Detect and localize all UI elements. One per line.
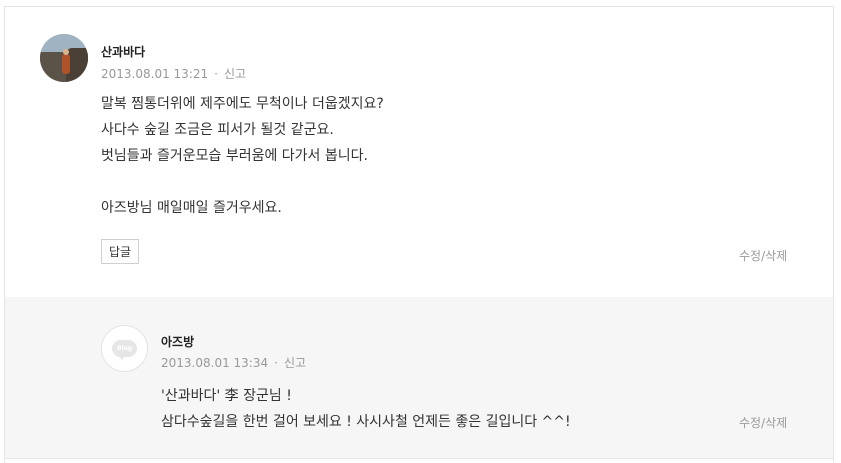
reply-date: 2013.08.01 13:34 <box>161 356 269 370</box>
comment-section: 산과바다 2013.08.01 13:21 · 신고 말복 찜통더위에 제주에도 무… <box>4 6 834 463</box>
report-link[interactable]: 신고 <box>284 356 306 370</box>
edit-delete-link[interactable]: 수정/삭제 <box>739 414 787 431</box>
reply-meta: 2013.08.01 13:34 · 신고 <box>161 354 306 371</box>
comment-meta: 2013.08.01 13:21 · 신고 <box>101 65 246 82</box>
avatar-photo-person <box>62 54 70 74</box>
blog-icon-tail <box>118 355 126 360</box>
meta-separator: · <box>214 67 218 81</box>
comment-author[interactable]: 산과바다 <box>101 43 145 60</box>
reply-body: '산과바다' 李 장군님 ! 삼다수숲길을 한번 걸어 보세요 ! 사시사철 언… <box>161 388 571 430</box>
comment-body: 말복 찜통더위에 제주에도 무척이나 더웁겠지요? 사다수 숲길 조금은 피서가… <box>101 96 384 216</box>
comment-item: 산과바다 2013.08.01 13:21 · 신고 말복 찜통더위에 제주에도 무… <box>5 7 833 297</box>
blog-icon-text: Blog <box>116 345 133 352</box>
avatar-photo-head <box>63 49 69 55</box>
edit-delete-link[interactable]: 수정/삭제 <box>739 247 787 264</box>
reply-author[interactable]: 아즈방 <box>161 333 194 350</box>
meta-separator: · <box>274 356 278 370</box>
avatar[interactable] <box>40 34 88 82</box>
reply-item: Blog 아즈방 2013.08.01 13:34 · 신고 '산과바다' 李 장군… <box>5 297 833 458</box>
reply-button[interactable]: 답글 <box>101 239 139 264</box>
avatar[interactable]: Blog <box>101 325 148 372</box>
divider <box>5 458 833 459</box>
report-link[interactable]: 신고 <box>224 67 246 81</box>
comment-date: 2013.08.01 13:21 <box>101 67 209 81</box>
